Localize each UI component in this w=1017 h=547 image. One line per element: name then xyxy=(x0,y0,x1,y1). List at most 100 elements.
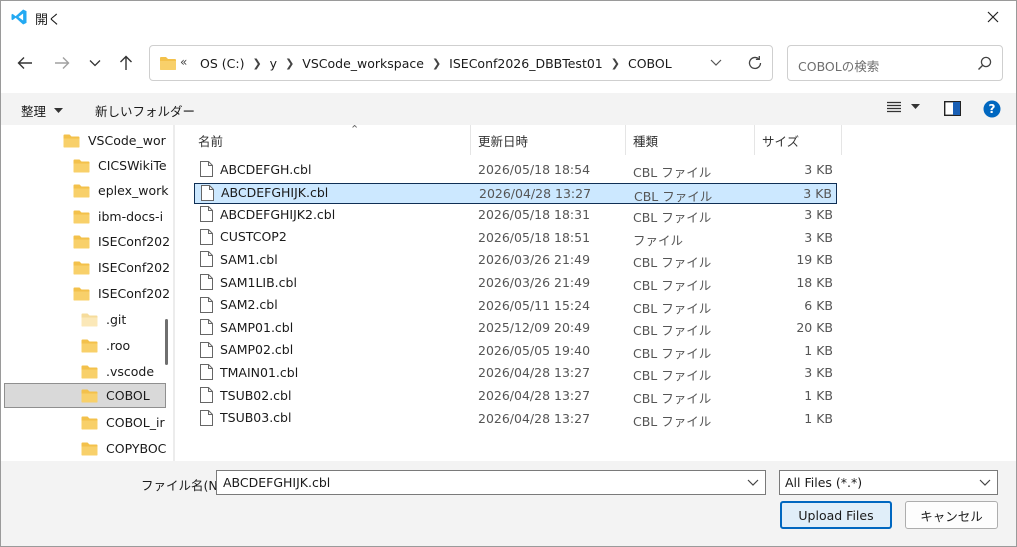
file-size: 19 KB xyxy=(796,252,833,268)
file-type: ファイル xyxy=(633,232,684,248)
breadcrumb-item[interactable]: OS (C:) xyxy=(200,56,244,71)
file-size: 3 KB xyxy=(804,207,833,223)
search-input[interactable]: COBOLの検索 xyxy=(787,45,1003,81)
chevron-right-icon[interactable]: ❯ xyxy=(611,57,620,70)
file-row[interactable]: SAM2.cbl 2026/05/11 15:24 CBL ファイル 6 KB xyxy=(194,296,837,317)
tree-item[interactable]: ISEConf202 xyxy=(73,229,170,254)
tree-item[interactable]: .vscode xyxy=(81,359,154,384)
folder-icon xyxy=(73,210,90,223)
file-name-cell: SAM1LIB.cbl xyxy=(200,274,297,290)
breadcrumb-item[interactable]: COBOL xyxy=(628,56,672,71)
chevron-down-icon[interactable] xyxy=(747,476,759,488)
file-row[interactable]: SAMP02.cbl 2026/05/05 19:40 CBL ファイル 1 KB xyxy=(194,341,837,362)
column-header-date[interactable]: 更新日時 xyxy=(478,125,624,155)
column-header-size[interactable]: サイズ xyxy=(762,125,840,155)
back-button[interactable] xyxy=(14,52,36,74)
file-icon xyxy=(200,387,213,403)
chevron-down-icon xyxy=(979,479,991,486)
cancel-button[interactable]: キャンセル xyxy=(905,501,998,529)
column-divider[interactable] xyxy=(841,125,842,155)
overflow-chevron-icon[interactable]: « xyxy=(180,55,187,69)
file-type: CBL ファイル xyxy=(633,391,712,406)
forward-button[interactable] xyxy=(51,52,73,74)
file-row[interactable]: SAMP01.cbl 2025/12/09 20:49 CBL ファイル 20 KB xyxy=(194,318,837,339)
file-name: SAM1.cbl xyxy=(220,251,278,267)
organize-button[interactable]: 整理 xyxy=(21,101,64,120)
file-name-cell: SAM2.cbl xyxy=(200,296,278,313)
file-name: CUSTCOP2 xyxy=(220,229,287,245)
folder-icon xyxy=(73,261,90,274)
tree-item[interactable]: .roo xyxy=(81,333,130,358)
chevron-down-icon[interactable] xyxy=(710,57,722,67)
recent-locations-button[interactable] xyxy=(84,52,106,74)
tree-item[interactable]: COPYBOC xyxy=(81,436,166,461)
preview-pane-icon[interactable] xyxy=(944,101,961,116)
file-size: 20 KB xyxy=(796,320,833,336)
view-options-button[interactable] xyxy=(887,101,920,113)
tree-item[interactable]: ISEConf202 xyxy=(73,255,170,280)
new-folder-button[interactable]: 新しいフォルダー xyxy=(95,101,195,120)
column-header-label: 名前 xyxy=(198,133,224,149)
address-bar[interactable]: « OS (C:) ❯ y ❯ VSCode_workspace ❯ ISECo… xyxy=(149,45,773,81)
tree-item-label: .roo xyxy=(106,338,131,353)
file-row[interactable]: ABCDEFGHIJK.cbl 2026/04/28 13:27 CBL ファイル 3… xyxy=(194,182,837,204)
file-icon xyxy=(201,184,214,201)
tree-item[interactable]: eplex_work xyxy=(73,178,168,203)
file-type: CBL ファイル xyxy=(633,345,712,361)
tree-item[interactable]: .git xyxy=(81,307,126,332)
column-header-type[interactable]: 種類 xyxy=(633,125,753,155)
vscode-icon xyxy=(11,9,27,25)
column-header-label: サイズ xyxy=(762,133,800,149)
chevron-right-icon[interactable]: ❯ xyxy=(432,57,441,70)
breadcrumb-item[interactable]: VSCode_workspace xyxy=(302,56,424,71)
column-divider[interactable] xyxy=(754,125,755,155)
file-row[interactable]: ABCDEFGH.cbl 2026/05/18 18:54 CBL ファイル 3 KB xyxy=(194,160,837,181)
file-row[interactable]: TMAIN01.cbl 2026/04/28 13:27 CBL ファイル 3 KB xyxy=(194,363,837,384)
search-placeholder: COBOLの検索 xyxy=(798,59,880,74)
filename-input[interactable]: ABCDEFGHIJK.cbl xyxy=(216,470,766,495)
refresh-icon[interactable] xyxy=(747,55,763,71)
column-header-name[interactable]: 名前 ⌃ xyxy=(198,123,470,155)
file-row[interactable]: TSUB03.cbl 2026/04/28 13:27 CBL ファイル 1 KB xyxy=(194,409,837,430)
column-divider[interactable] xyxy=(625,125,626,155)
file-icon xyxy=(200,364,213,381)
tree-scrollbar[interactable] xyxy=(165,319,168,365)
folder-icon xyxy=(73,287,90,300)
file-row[interactable]: SAM1.cbl 2026/03/26 21:49 CBL ファイル 19 KB xyxy=(194,250,837,271)
upload-files-button[interactable]: Upload Files xyxy=(780,501,892,529)
file-row[interactable]: CUSTCOP2 2026/05/18 18:51 ファイル 3 KB xyxy=(194,228,837,249)
tree-item[interactable]: CICSWikiTe xyxy=(73,153,167,178)
file-date: 2026/04/28 13:27 xyxy=(478,365,591,381)
up-button[interactable] xyxy=(115,52,137,74)
file-type: CBL ファイル xyxy=(633,300,712,316)
tree-item[interactable]: VSCode_wor xyxy=(63,128,166,153)
file-row[interactable]: TSUB02.cbl 2026/04/28 13:27 CBL ファイル 1 KB xyxy=(194,386,837,407)
folder-icon xyxy=(81,416,98,429)
help-icon[interactable]: ? xyxy=(983,100,1001,118)
tree-item[interactable]: ibm-docs-i xyxy=(73,204,163,229)
file-type: CBL ファイル xyxy=(633,165,712,180)
column-divider[interactable] xyxy=(470,125,471,155)
file-size: 18 KB xyxy=(796,275,833,290)
file-row[interactable]: ABCDEFGHIJK2.cbl 2026/05/18 18:31 CBL ファイル… xyxy=(194,205,837,226)
filename-value[interactable]: ABCDEFGHIJK.cbl xyxy=(223,475,330,490)
close-button[interactable] xyxy=(970,1,1016,33)
file-type-select[interactable]: All Files (*.*) xyxy=(779,470,998,495)
breadcrumb-item[interactable]: y xyxy=(270,56,277,71)
file-list[interactable]: 名前 ⌃ 更新日時 種類 サイズ ABCDEFGH.cbl 2026/05/18 … xyxy=(175,123,1016,461)
folder-icon xyxy=(81,339,98,352)
breadcrumb-item[interactable]: ISEConf2026_DBBTest01 xyxy=(449,56,603,71)
tree-item[interactable]: COBOL_ir xyxy=(81,410,165,435)
folder-icon xyxy=(160,57,176,70)
tree-item-label: .vscode xyxy=(106,364,155,379)
tree-item[interactable]: ISEConf202 xyxy=(73,281,170,306)
column-header-label: 更新日時 xyxy=(478,133,529,149)
chevron-right-icon[interactable]: ❯ xyxy=(285,57,294,70)
chevron-right-icon[interactable]: ❯ xyxy=(252,57,261,70)
folder-icon xyxy=(81,389,98,402)
file-row[interactable]: SAM1LIB.cbl 2026/03/26 21:49 CBL ファイル 18 KB xyxy=(194,273,837,294)
column-header-label: 種類 xyxy=(633,133,659,149)
navigation-pane[interactable]: VSCode_wor CICSWikiTe eplex_work ibm-doc… xyxy=(1,125,173,461)
open-file-dialog: 開く « OS (C:) ❯ y ❯ VSCode_workspace ❯ IS… xyxy=(0,0,1017,547)
tree-item-cobol[interactable]: COBOL xyxy=(4,383,166,408)
